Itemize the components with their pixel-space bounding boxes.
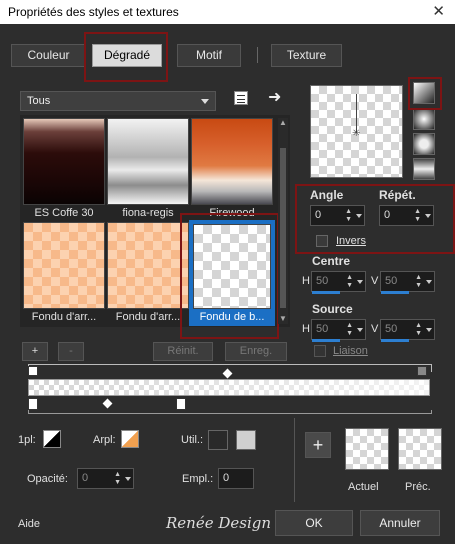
source-v-value: 50 — [385, 323, 398, 335]
center-v-input[interactable]: 50 ▲ ▼ — [380, 271, 435, 292]
center-v-bar — [381, 291, 409, 294]
foreground-swatch[interactable] — [43, 430, 61, 448]
gradient-thumb-fondu-arr-1[interactable] — [23, 222, 105, 309]
source-v-label: V — [371, 323, 379, 335]
scroll-down-icon[interactable]: ▼ — [279, 314, 287, 323]
tab-couleur[interactable]: Couleur — [11, 44, 86, 67]
scroll-up-icon[interactable]: ▲ — [279, 118, 287, 127]
gradient-label: Fondu d'arr... — [31, 311, 97, 323]
location-input[interactable]: 0 — [218, 468, 254, 489]
midpoint-bottom-icon[interactable] — [102, 398, 113, 409]
spin-arrows-icon[interactable]: ▲ ▼ — [114, 471, 121, 487]
previous-swatch[interactable] — [398, 428, 442, 470]
remove-gradient-button[interactable]: - — [58, 342, 84, 361]
source-v-bar — [381, 339, 409, 342]
source-h-value: 50 — [316, 323, 329, 335]
spin-arrows-icon[interactable]: ▲ ▼ — [415, 274, 422, 290]
link-checkbox[interactable] — [314, 345, 326, 357]
center-h-label: H — [302, 275, 310, 287]
center-h-bar — [312, 291, 340, 294]
current-label: Actuel — [348, 481, 379, 493]
previous-label: Préc. — [405, 481, 431, 493]
tab-motif[interactable]: Motif — [177, 44, 241, 67]
tab-texture[interactable]: Texture — [271, 44, 342, 67]
link-label[interactable]: Liaison — [333, 345, 368, 357]
gradient-thumb-fondu-arr-2[interactable] — [107, 222, 189, 309]
gradient-editor-bracket-bottom — [28, 410, 432, 414]
spin-arrows-icon[interactable]: ▲ ▼ — [346, 322, 353, 338]
spin-arrows-icon[interactable]: ▲ ▼ — [415, 322, 422, 338]
location-label: Empl.: — [182, 473, 214, 485]
chevron-down-icon[interactable] — [357, 328, 363, 332]
tab-bar: Couleur Dégradé Motif Texture — [0, 24, 455, 74]
logo: Renée Design — [166, 514, 272, 532]
rectangular-type-icon[interactable] — [413, 108, 435, 130]
stop-bottom-left-icon[interactable] — [28, 398, 38, 410]
spin-arrows-icon[interactable]: ▲ ▼ — [346, 274, 353, 290]
chevron-down-icon[interactable] — [357, 280, 363, 284]
user-color-swatch-light[interactable] — [236, 430, 256, 450]
gradient-label: fiona-regis — [122, 207, 174, 219]
radial-type-icon[interactable] — [413, 133, 435, 155]
gradient-thumb-firewood[interactable] — [191, 118, 273, 205]
cancel-button[interactable]: Annuler — [360, 510, 440, 536]
gradient-thumb-coffe[interactable] — [23, 118, 105, 205]
save-gradient-button[interactable]: Enreg. — [225, 342, 287, 361]
scroll-thumb[interactable] — [280, 148, 286, 308]
close-icon[interactable]: ✕ — [432, 2, 445, 20]
gradient-label: ES Coffe 30 — [34, 207, 94, 219]
location-value: 0 — [223, 472, 230, 484]
highlight-type — [408, 77, 442, 110]
add-gradient-button[interactable]: + — [22, 342, 48, 361]
title-bar: Propriétés des styles et textures ✕ — [0, 0, 455, 24]
user-label: Util.: — [181, 434, 203, 446]
center-v-value: 50 — [385, 275, 398, 287]
divider — [294, 418, 295, 502]
background-label: Arpl: — [93, 434, 116, 446]
sunburst-type-icon[interactable] — [413, 158, 435, 180]
ok-button[interactable]: OK — [275, 510, 353, 536]
source-h-input[interactable]: 50 ▲ ▼ — [311, 319, 366, 340]
source-label: Source — [312, 302, 353, 316]
help-link[interactable]: Aide — [18, 518, 40, 530]
gradient-label: Fondu d'arr... — [115, 311, 181, 323]
current-swatch[interactable] — [345, 428, 389, 470]
filter-dropdown[interactable]: Tous — [20, 91, 216, 111]
highlight-angle — [295, 184, 455, 254]
list-view-icon[interactable] — [234, 91, 248, 105]
filter-dropdown-value: Tous — [27, 95, 51, 107]
chevron-down-icon[interactable] — [426, 328, 432, 332]
window-title: Propriétés des styles et textures — [8, 5, 179, 19]
foreground-label: 1pl: — [18, 434, 36, 446]
gradient-scrollbar[interactable]: ▲ ▼ — [278, 118, 288, 324]
gradient-editor-strip[interactable] — [28, 379, 430, 396]
user-color-swatch[interactable] — [208, 430, 228, 450]
chevron-down-icon[interactable] — [125, 477, 131, 481]
reset-button[interactable]: Réinit. — [153, 342, 213, 361]
add-swatch-button[interactable]: + — [305, 432, 331, 458]
chevron-down-icon — [201, 99, 209, 104]
arrow-right-icon[interactable]: ➜ — [268, 87, 281, 107]
stop-top-left-icon[interactable] — [28, 366, 38, 376]
source-h-label: H — [302, 323, 310, 335]
source-h-bar — [312, 339, 340, 342]
chevron-down-icon[interactable] — [426, 280, 432, 284]
opacity-label: Opacité: — [27, 473, 68, 485]
tab-divider — [257, 47, 258, 63]
gradient-preview[interactable]: ✳ — [310, 85, 403, 178]
highlight-tab — [84, 32, 168, 82]
stop-top-right-icon[interactable] — [417, 366, 427, 376]
background-swatch[interactable] — [121, 430, 139, 448]
highlight-selected-gradient — [180, 213, 279, 339]
gradient-thumb-fiona[interactable] — [107, 118, 189, 205]
opacity-value: 0 — [82, 472, 89, 484]
center-label: Centre — [312, 254, 351, 268]
center-v-label: V — [371, 275, 379, 287]
stop-bottom-mid-icon[interactable] — [176, 398, 186, 410]
center-h-value: 50 — [316, 275, 329, 287]
opacity-input[interactable]: 0 ▲ ▼ — [77, 468, 134, 489]
source-v-input[interactable]: 50 ▲ ▼ — [380, 319, 435, 340]
center-h-input[interactable]: 50 ▲ ▼ — [311, 271, 366, 292]
